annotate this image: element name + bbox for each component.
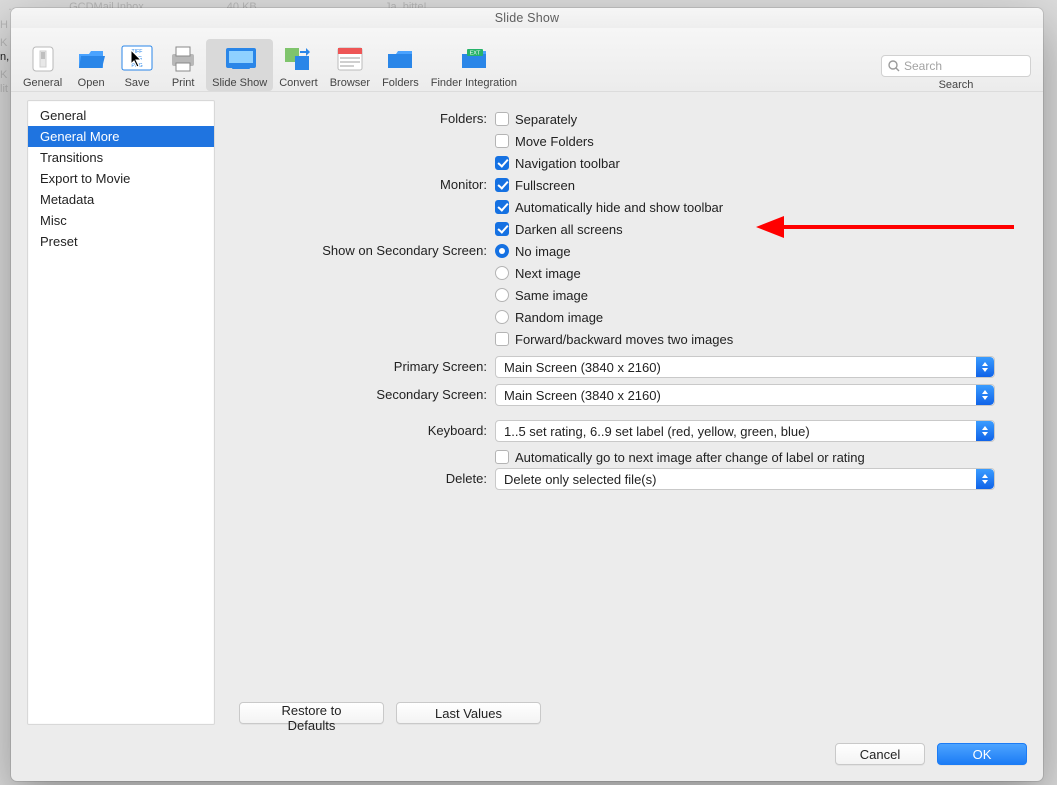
search-icon — [888, 60, 900, 72]
toolbar-search: Search Search — [881, 55, 1037, 91]
search-label: Search — [939, 79, 974, 91]
sidebar-item-general[interactable]: General — [28, 105, 214, 126]
ok-button[interactable]: OK — [937, 743, 1027, 765]
radio-no-image[interactable]: No image — [495, 240, 1027, 262]
folder-ext-icon: EXT — [458, 43, 490, 75]
label-primary: Primary Screen: — [225, 356, 495, 378]
sidebar-item-misc[interactable]: Misc — [28, 210, 214, 231]
select-delete[interactable]: Delete only selected file(s) — [495, 468, 995, 490]
printer-icon — [167, 43, 199, 75]
label-folders: Folders: — [225, 108, 495, 130]
cancel-button[interactable]: Cancel — [835, 743, 925, 765]
check-darken-screens[interactable]: Darken all screens — [495, 218, 1027, 240]
select-keyboard[interactable]: 1..5 set rating, 6..9 set label (red, ye… — [495, 420, 995, 442]
window-title: Slide Show — [11, 8, 1043, 28]
check-move-folders[interactable]: Move Folders — [495, 130, 1027, 152]
select-secondary-screen[interactable]: Main Screen (3840 x 2160) — [495, 384, 995, 406]
radio-random-image[interactable]: Random image — [495, 306, 1027, 328]
check-fullscreen[interactable]: Fullscreen — [495, 174, 1027, 196]
sidebar-item-general-more[interactable]: General More — [28, 126, 214, 147]
switch-icon — [27, 43, 59, 75]
label-monitor: Monitor: — [225, 174, 495, 196]
check-auto-next[interactable]: Automatically go to next image after cha… — [495, 446, 1027, 468]
chevron-updown-icon — [976, 357, 994, 377]
label-secondary-show: Show on Secondary Screen: — [225, 240, 495, 262]
restore-defaults-button[interactable]: Restore to Defaults — [239, 702, 384, 724]
check-auto-hide-toolbar[interactable]: Automatically hide and show toolbar — [495, 196, 1027, 218]
toolbar-print[interactable]: Print — [160, 39, 206, 91]
check-separately[interactable]: Separately — [495, 108, 1027, 130]
sidebar-item-metadata[interactable]: Metadata — [28, 189, 214, 210]
slideshow-icon — [224, 43, 256, 75]
convert-icon — [282, 43, 314, 75]
toolbar-general[interactable]: General — [17, 39, 68, 91]
chevron-updown-icon — [976, 385, 994, 405]
toolbar: General Open TIFFJPGPNGSave Print Slide … — [11, 28, 1043, 92]
label-delete: Delete: — [225, 468, 495, 490]
folder-icon — [384, 43, 416, 75]
toolbar-slideshow[interactable]: Slide Show — [206, 39, 273, 91]
toolbar-finder[interactable]: EXTFinder Integration — [425, 39, 523, 91]
toolbar-convert[interactable]: Convert — [273, 39, 324, 91]
sidebar-item-transitions[interactable]: Transitions — [28, 147, 214, 168]
label-secondary: Secondary Screen: — [225, 384, 495, 406]
folder-open-icon — [75, 43, 107, 75]
toolbar-open[interactable]: Open — [68, 39, 114, 91]
chevron-updown-icon — [976, 469, 994, 489]
label-keyboard: Keyboard: — [225, 420, 495, 442]
browser-icon — [334, 43, 366, 75]
last-values-button[interactable]: Last Values — [396, 702, 541, 724]
toolbar-folders[interactable]: Folders — [376, 39, 425, 91]
sidebar-item-export[interactable]: Export to Movie — [28, 168, 214, 189]
form-panel: Folders: Separately Move Folders Navigat… — [225, 100, 1027, 725]
select-primary-screen[interactable]: Main Screen (3840 x 2160) — [495, 356, 995, 378]
cursor-icon — [131, 50, 147, 70]
svg-text:EXT: EXT — [470, 51, 481, 57]
radio-same-image[interactable]: Same image — [495, 284, 1027, 306]
search-input[interactable]: Search — [881, 55, 1031, 77]
preferences-window: Slide Show General Open TIFFJPGPNGSave P… — [11, 8, 1043, 781]
toolbar-browser[interactable]: Browser — [324, 39, 376, 91]
radio-next-image[interactable]: Next image — [495, 262, 1027, 284]
check-navigation-toolbar[interactable]: Navigation toolbar — [495, 152, 1027, 174]
check-fwd-back-two[interactable]: Forward/backward moves two images — [495, 328, 1027, 350]
chevron-updown-icon — [976, 421, 994, 441]
sidebar-item-preset[interactable]: Preset — [28, 231, 214, 252]
sidebar: General General More Transitions Export … — [27, 100, 215, 725]
